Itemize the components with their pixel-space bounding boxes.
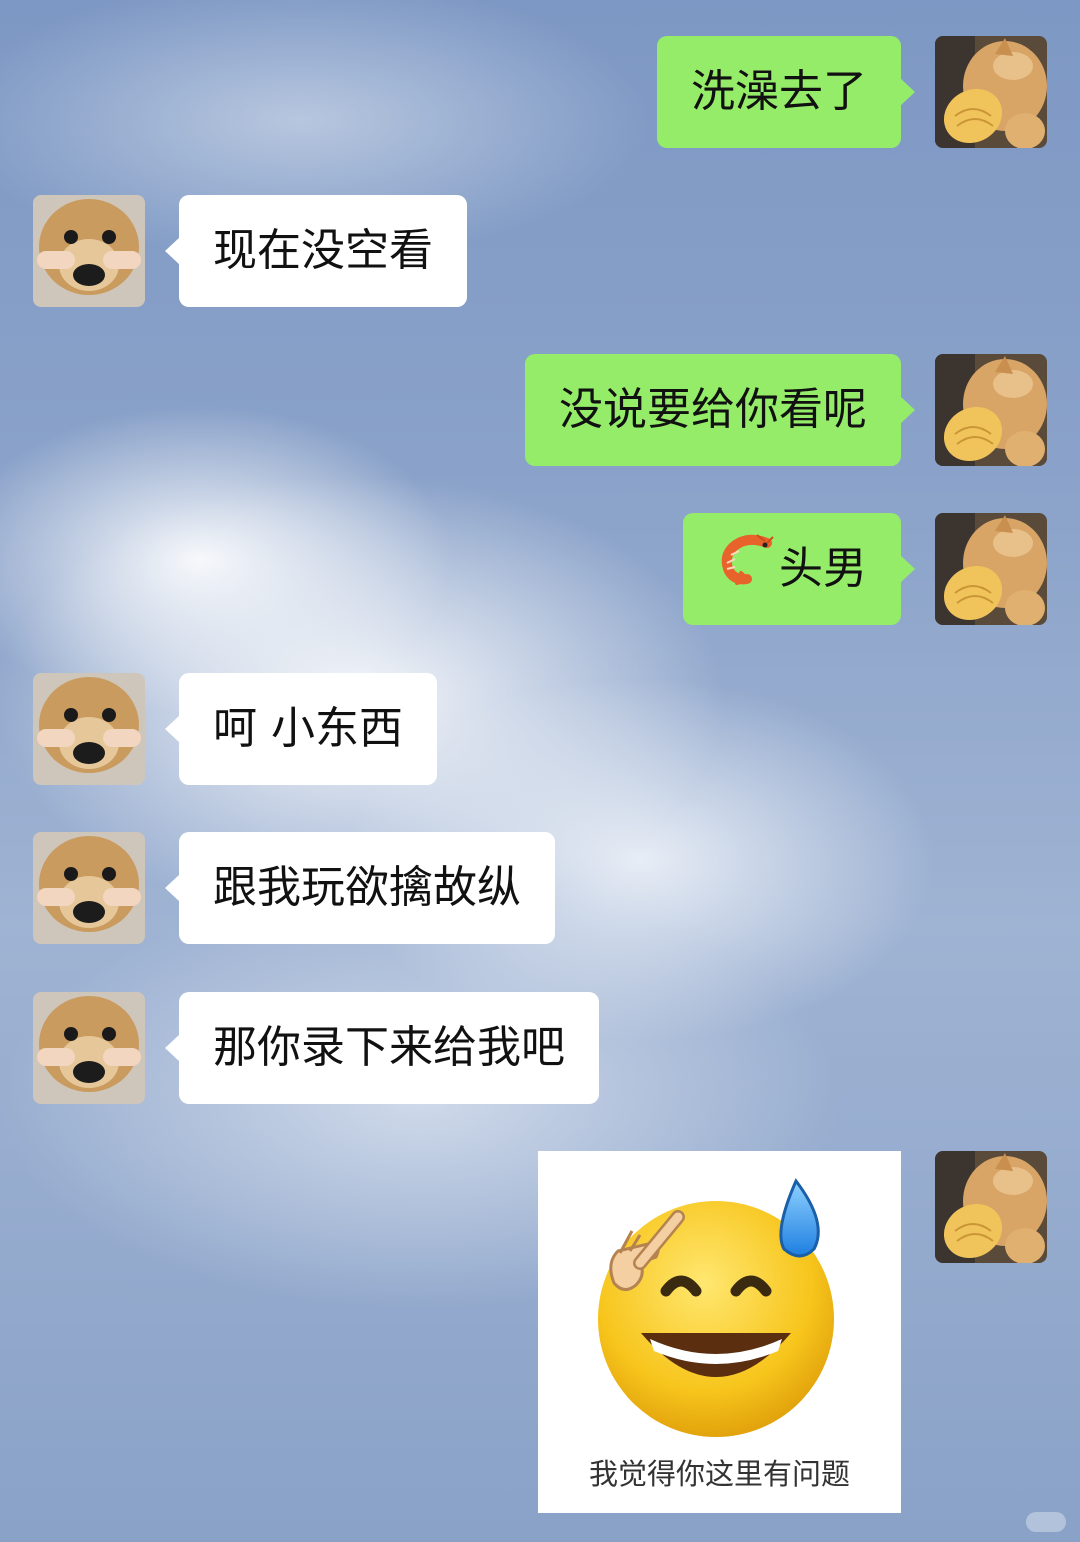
- message-bubble-outgoing[interactable]: 头男: [683, 513, 915, 627]
- cat-avatar-icon[interactable]: [935, 354, 1047, 466]
- sticker-message[interactable]: 我觉得你这里有问题: [538, 1151, 901, 1513]
- watermark: [1026, 1512, 1066, 1532]
- dog-avatar-icon[interactable]: [33, 832, 145, 944]
- message-bubble-incoming[interactable]: 那你录下来给我吧: [165, 992, 599, 1104]
- cat-avatar-icon[interactable]: [935, 513, 1047, 625]
- message-bubble-incoming[interactable]: 跟我玩欲擒故纵: [165, 832, 555, 944]
- message-bubble-outgoing[interactable]: 洗澡去了: [657, 36, 915, 148]
- message-bubble-incoming[interactable]: 现在没空看: [165, 195, 467, 307]
- dog-avatar-icon[interactable]: [33, 673, 145, 785]
- sweat-smile-pointing-emoji-icon: [598, 1178, 834, 1437]
- cat-avatar-icon[interactable]: [935, 36, 1047, 148]
- message-bubble-outgoing[interactable]: 没说要给你看呢: [525, 354, 915, 466]
- dog-avatar-icon[interactable]: [33, 992, 145, 1104]
- dog-avatar-icon[interactable]: [33, 195, 145, 307]
- sticker-caption: 我觉得你这里有问题: [588, 1457, 850, 1491]
- message-text: 头男: [779, 543, 867, 594]
- message-bubble-incoming[interactable]: 呵 小东西: [165, 673, 437, 785]
- shrimp-emoji-icon: [717, 515, 775, 627]
- cat-avatar-icon[interactable]: [935, 1151, 1047, 1263]
